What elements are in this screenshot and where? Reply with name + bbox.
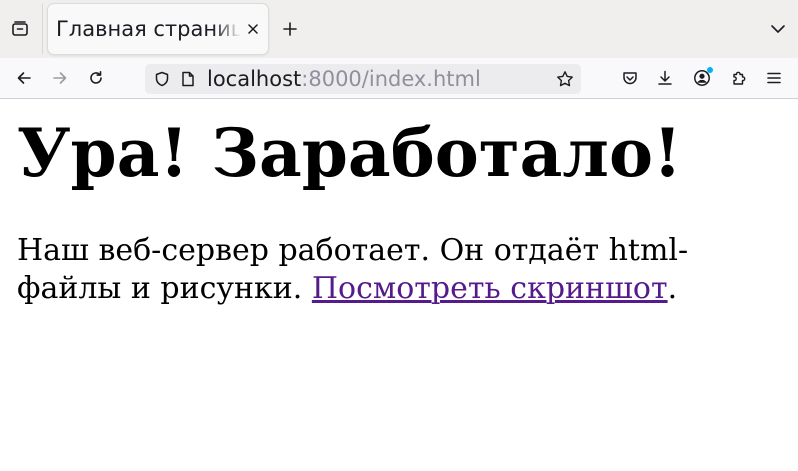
chevron-down-icon — [770, 21, 786, 37]
paragraph-end: . — [667, 270, 678, 306]
tab-home[interactable]: Главная страница — [48, 4, 268, 54]
tab-divider — [42, 4, 43, 54]
pocket-button[interactable] — [616, 64, 644, 92]
forward-button[interactable] — [46, 64, 74, 92]
page-paragraph: Наш веб-сервер работает. Он отдаёт html-… — [17, 232, 762, 308]
pocket-icon — [622, 70, 638, 86]
back-arrow-icon — [16, 70, 32, 86]
firefox-view-icon — [11, 20, 29, 38]
url-path: :8000/index.html — [301, 67, 481, 91]
plus-icon — [283, 22, 297, 36]
list-all-tabs-button[interactable] — [764, 15, 792, 43]
page-content: Ура! Заработало! Наш веб-сервер работает… — [17, 100, 787, 308]
app-menu-button[interactable] — [760, 64, 788, 92]
extensions-button[interactable] — [725, 64, 753, 92]
new-tab-button[interactable] — [276, 15, 304, 43]
download-icon — [657, 70, 673, 86]
downloads-button[interactable] — [651, 64, 679, 92]
hamburger-menu-icon — [766, 70, 782, 86]
star-icon — [556, 70, 574, 88]
tracking-protection-button[interactable] — [152, 69, 172, 89]
page-heading: Ура! Заработало! — [17, 114, 682, 192]
firefox-view-button[interactable] — [0, 4, 40, 54]
puzzle-icon — [731, 70, 747, 86]
url-host: localhost — [207, 67, 302, 91]
reload-button[interactable] — [82, 64, 110, 92]
navigation-toolbar: localhost:8000/index.html — [0, 58, 798, 99]
tab-strip: Главная страница — [0, 0, 798, 58]
tab-close-button[interactable] — [243, 18, 263, 40]
page-icon — [181, 71, 195, 87]
address-bar[interactable]: localhost:8000/index.html — [145, 64, 581, 94]
bookmark-button[interactable] — [555, 69, 575, 89]
screenshot-link[interactable]: Посмотреть скриншот — [312, 271, 668, 306]
tab-title: Главная страница — [56, 17, 241, 41]
site-info-button[interactable] — [178, 69, 198, 89]
shield-icon — [154, 71, 170, 87]
account-button[interactable] — [688, 64, 716, 92]
reload-icon — [88, 70, 104, 86]
forward-arrow-icon — [52, 70, 68, 86]
back-button[interactable] — [10, 64, 38, 92]
close-icon — [247, 23, 259, 35]
notification-dot — [707, 67, 713, 73]
url-text[interactable]: localhost:8000/index.html — [207, 66, 481, 92]
